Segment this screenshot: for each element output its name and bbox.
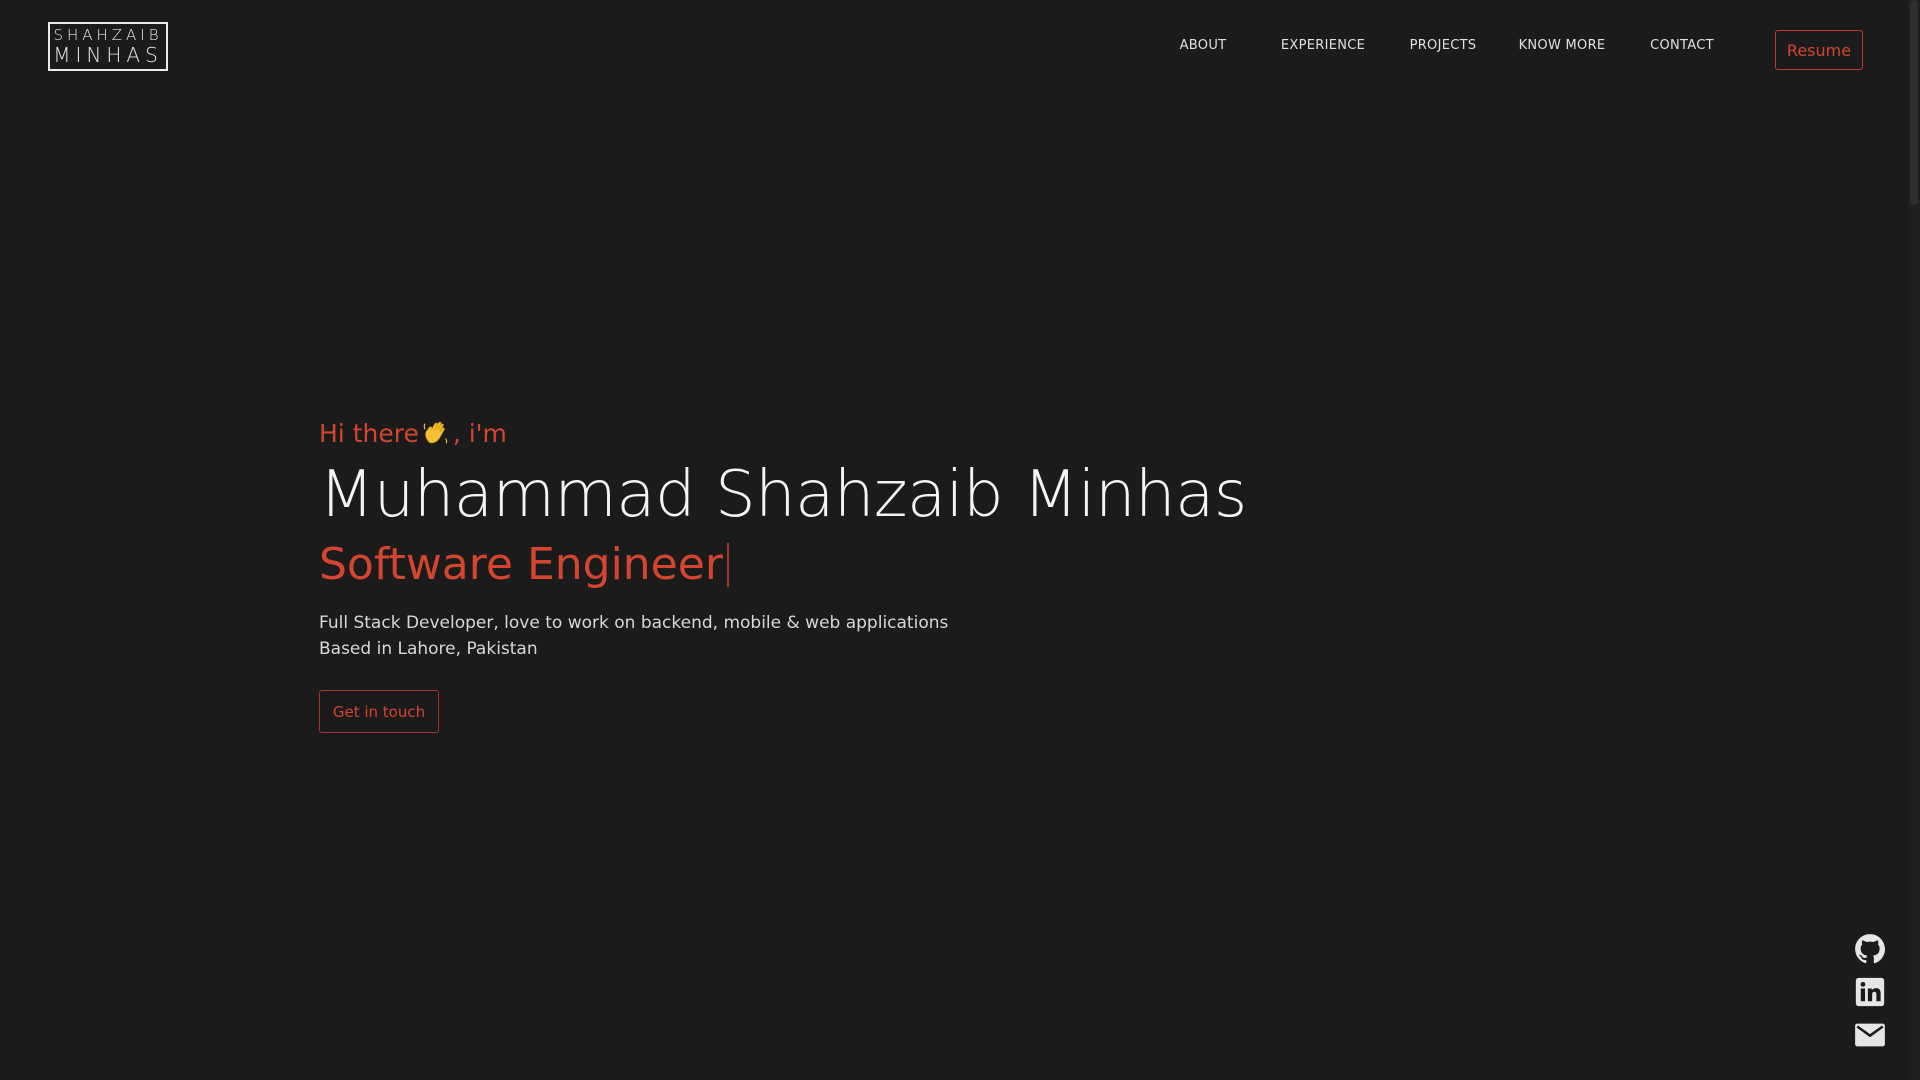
role-text: Software Engineer bbox=[319, 539, 723, 590]
github-icon[interactable] bbox=[1853, 932, 1887, 966]
greeting: Hi there , i'm bbox=[319, 415, 1219, 451]
email-icon[interactable] bbox=[1853, 1018, 1887, 1052]
typing-cursor bbox=[726, 543, 729, 588]
nav-about[interactable]: ABOUT bbox=[1180, 38, 1227, 53]
social-links bbox=[1853, 932, 1887, 1061]
waving-hand-icon bbox=[421, 418, 451, 448]
get-in-touch-button[interactable]: Get in touch bbox=[319, 690, 439, 733]
resume-button[interactable]: Resume bbox=[1775, 30, 1863, 70]
page-scrollbar[interactable] bbox=[1908, 0, 1920, 1080]
page: SHAHZAIB MINHAS ABOUT EXPERIENCE PROJECT… bbox=[0, 0, 1920, 1080]
site-logo[interactable]: SHAHZAIB MINHAS bbox=[48, 22, 168, 71]
logo-line-1: SHAHZAIB bbox=[53, 26, 163, 44]
nav-experience[interactable]: EXPERIENCE bbox=[1281, 38, 1365, 53]
greeting-suffix: , i'm bbox=[452, 418, 507, 448]
nav-contact[interactable]: CONTACT bbox=[1650, 38, 1714, 53]
hero-role: Software Engineer bbox=[319, 539, 1219, 592]
greeting-text: Hi there bbox=[319, 418, 419, 448]
scrollbar-thumb[interactable] bbox=[1910, 0, 1918, 205]
hero-section: Hi there , i'm Muhammad Shahzaib Minhas … bbox=[319, 415, 1247, 733]
linkedin-icon[interactable] bbox=[1853, 975, 1887, 1009]
description-line-2: Based in Lahore, Pakistan bbox=[319, 638, 538, 659]
description-line-1: Full Stack Developer, love to work on ba… bbox=[319, 612, 949, 633]
hero-name: Muhammad Shahzaib Minhas bbox=[319, 458, 1247, 532]
nav-projects[interactable]: PROJECTS bbox=[1410, 38, 1477, 53]
logo-line-2: MINHAS bbox=[53, 43, 163, 67]
hero-description: Full Stack Developer, love to work on ba… bbox=[319, 610, 1219, 662]
nav-know-more[interactable]: KNOW MORE bbox=[1519, 38, 1606, 53]
